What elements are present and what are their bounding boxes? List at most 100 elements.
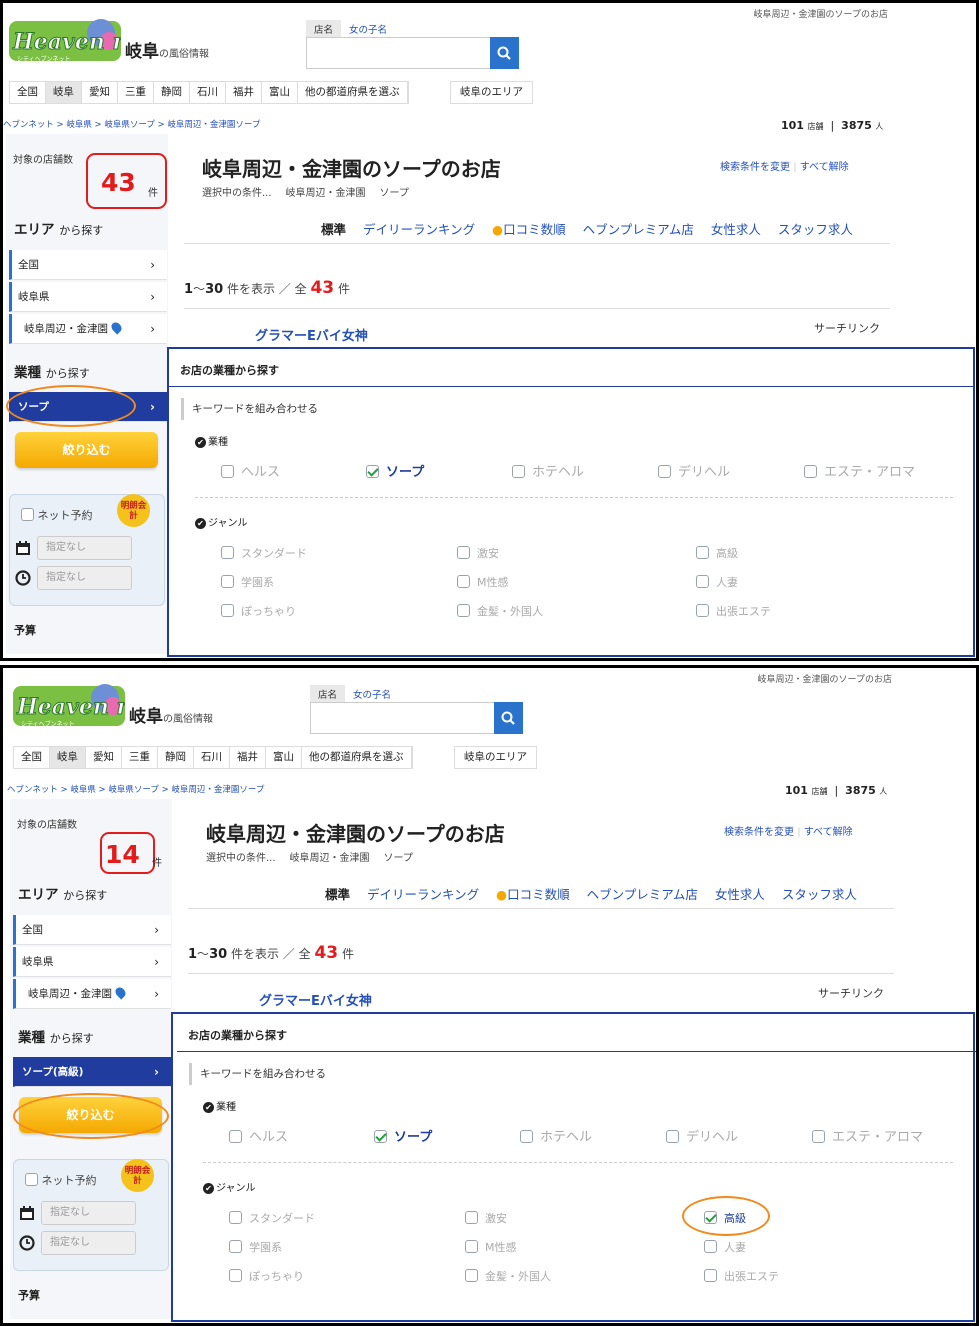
date-select[interactable]: 指定なし xyxy=(37,536,132,560)
checkbox[interactable] xyxy=(229,1269,242,1282)
checkbox[interactable] xyxy=(457,575,470,588)
genre-option-chubby[interactable]: ぽっちゃり xyxy=(229,1268,304,1284)
heaven-net-logo[interactable]: Heaven net シティヘブンネット xyxy=(9,15,121,67)
date-select[interactable]: 指定なし xyxy=(41,1201,136,1225)
time-select[interactable]: 指定なし xyxy=(37,566,132,590)
sidebar-item-gifu-pref[interactable]: 岐阜県 › xyxy=(13,947,171,977)
genre-option-standard[interactable]: スタンダード xyxy=(229,1210,315,1226)
search-link[interactable]: サーチリンク xyxy=(814,320,880,336)
narrow-down-button[interactable]: 絞り込む xyxy=(15,432,158,468)
net-reserve-checkbox[interactable] xyxy=(25,1173,38,1186)
genre-option-m[interactable]: M性感 xyxy=(465,1239,517,1255)
checkbox[interactable] xyxy=(658,465,671,478)
tab-shop-name[interactable]: 店名 xyxy=(310,685,346,703)
genre-option-blonde[interactable]: 金髪・外国人 xyxy=(457,603,543,619)
pref-tab-current[interactable]: 岐阜 xyxy=(46,82,82,103)
change-conditions-link[interactable]: 検索条件を変更 xyxy=(720,162,790,173)
breadcrumb[interactable]: ヘブンネット > 岐阜県 > 岐阜県ソープ > 岐阜周辺・金津園ソープ xyxy=(7,783,264,795)
shop-name-link[interactable]: グラマーEバイ女神 xyxy=(259,990,372,1009)
checkbox[interactable] xyxy=(696,546,709,559)
tab-girl-name[interactable]: 女の子名 xyxy=(345,685,399,703)
tab-premium[interactable]: ヘブンプレミアム店 xyxy=(587,884,698,903)
pref-tab[interactable]: 静岡 xyxy=(158,747,194,768)
pref-tab[interactable]: 静岡 xyxy=(154,82,190,103)
pref-tab[interactable]: 愛知 xyxy=(86,747,122,768)
tab-reviews[interactable]: ●口コミ数順 xyxy=(496,884,569,903)
checkbox[interactable] xyxy=(465,1269,478,1282)
tab-women-jobs[interactable]: 女性求人 xyxy=(715,884,765,903)
checkbox-checked[interactable] xyxy=(366,465,379,478)
pref-tab[interactable]: 愛知 xyxy=(82,82,118,103)
type-option-delivery[interactable]: デリヘル xyxy=(658,461,730,480)
genre-option-blonde[interactable]: 金髪・外国人 xyxy=(465,1268,551,1284)
area-button[interactable]: 岐阜のエリア xyxy=(450,81,533,104)
genre-option-m[interactable]: M性感 xyxy=(457,574,509,590)
tab-shop-name[interactable]: 店名 xyxy=(306,20,342,38)
pref-tab[interactable]: 石川 xyxy=(190,82,226,103)
search-link[interactable]: サーチリンク xyxy=(818,985,884,1001)
tab-staff-jobs[interactable]: スタッフ求人 xyxy=(778,219,853,238)
genre-option-cheap[interactable]: 激安 xyxy=(457,545,499,561)
search-input[interactable] xyxy=(306,37,492,69)
type-option-esthetic[interactable]: エステ・アロマ xyxy=(804,461,915,480)
net-reserve-toggle[interactable]: ネット予約 xyxy=(25,1172,97,1188)
type-option-delivery[interactable]: デリヘル xyxy=(666,1126,738,1145)
genre-option-wife[interactable]: 人妻 xyxy=(696,574,738,590)
checkbox[interactable] xyxy=(666,1130,679,1143)
tab-daily-ranking[interactable]: デイリーランキング xyxy=(363,219,475,238)
pref-tab[interactable]: 全国 xyxy=(14,747,50,768)
genre-option-luxury[interactable]: 高級 xyxy=(696,545,738,561)
clear-all-link[interactable]: すべて解除 xyxy=(800,162,849,173)
type-option-esthetic[interactable]: エステ・アロマ xyxy=(812,1126,923,1145)
tab-standard[interactable]: 標準 xyxy=(321,219,346,238)
change-conditions-link[interactable]: 検索条件を変更 xyxy=(724,827,794,838)
checkbox[interactable] xyxy=(704,1269,717,1282)
genre-option-delivery-esthe[interactable]: 出張エステ xyxy=(696,603,771,619)
pref-tab-current[interactable]: 岐阜 xyxy=(50,747,86,768)
net-reserve-toggle[interactable]: ネット予約 xyxy=(21,507,93,523)
sidebar-item-kanazuen[interactable]: 岐阜周辺・金津園 › xyxy=(9,314,167,344)
checkbox[interactable] xyxy=(520,1130,533,1143)
checkbox[interactable] xyxy=(221,604,234,617)
pref-tab[interactable]: 石川 xyxy=(194,747,230,768)
tab-daily-ranking[interactable]: デイリーランキング xyxy=(367,884,479,903)
pref-tab[interactable]: 福井 xyxy=(230,747,266,768)
pref-tab[interactable]: 全国 xyxy=(10,82,46,103)
genre-option-wife[interactable]: 人妻 xyxy=(704,1239,746,1255)
checkbox[interactable] xyxy=(696,575,709,588)
checkbox[interactable] xyxy=(229,1130,242,1143)
sidebar-item-selected-genre[interactable]: ソープ(高級) › xyxy=(13,1057,171,1087)
genre-option-chubby[interactable]: ぽっちゃり xyxy=(221,603,296,619)
search-input[interactable] xyxy=(310,702,496,734)
sidebar-item-all-japan[interactable]: 全国 › xyxy=(9,250,167,280)
checkbox[interactable] xyxy=(221,575,234,588)
sidebar-item-all-japan[interactable]: 全国 › xyxy=(13,915,171,945)
checkbox[interactable] xyxy=(229,1211,242,1224)
tab-staff-jobs[interactable]: スタッフ求人 xyxy=(782,884,857,903)
type-option-hotel[interactable]: ホテヘル xyxy=(520,1126,592,1145)
type-option-health[interactable]: ヘルス xyxy=(229,1126,288,1145)
net-reserve-checkbox[interactable] xyxy=(21,508,34,521)
checkbox[interactable] xyxy=(457,546,470,559)
search-button[interactable] xyxy=(490,37,519,69)
type-option-hotel[interactable]: ホテヘル xyxy=(512,461,584,480)
pref-tab[interactable]: 富山 xyxy=(266,747,302,768)
genre-option-school[interactable]: 学園系 xyxy=(221,574,274,590)
pref-tab[interactable]: 富山 xyxy=(262,82,298,103)
checkbox[interactable] xyxy=(229,1240,242,1253)
time-select[interactable]: 指定なし xyxy=(41,1231,136,1255)
sidebar-item-kanazuen[interactable]: 岐阜周辺・金津園 › xyxy=(13,979,171,1009)
checkbox[interactable] xyxy=(465,1211,478,1224)
tab-girl-name[interactable]: 女の子名 xyxy=(341,20,395,38)
checkbox[interactable] xyxy=(457,604,470,617)
type-option-soap[interactable]: ソープ xyxy=(374,1126,432,1145)
checkbox[interactable] xyxy=(812,1130,825,1143)
top-link[interactable]: 岐阜周辺・金津園のソープのお店 xyxy=(703,7,888,20)
tab-standard[interactable]: 標準 xyxy=(325,884,350,903)
checkbox-checked[interactable] xyxy=(374,1130,387,1143)
tab-premium[interactable]: ヘブンプレミアム店 xyxy=(583,219,694,238)
checkbox[interactable] xyxy=(512,465,525,478)
type-option-soap[interactable]: ソープ xyxy=(366,461,424,480)
area-button[interactable]: 岐阜のエリア xyxy=(454,746,537,769)
pref-tab[interactable]: 福井 xyxy=(226,82,262,103)
